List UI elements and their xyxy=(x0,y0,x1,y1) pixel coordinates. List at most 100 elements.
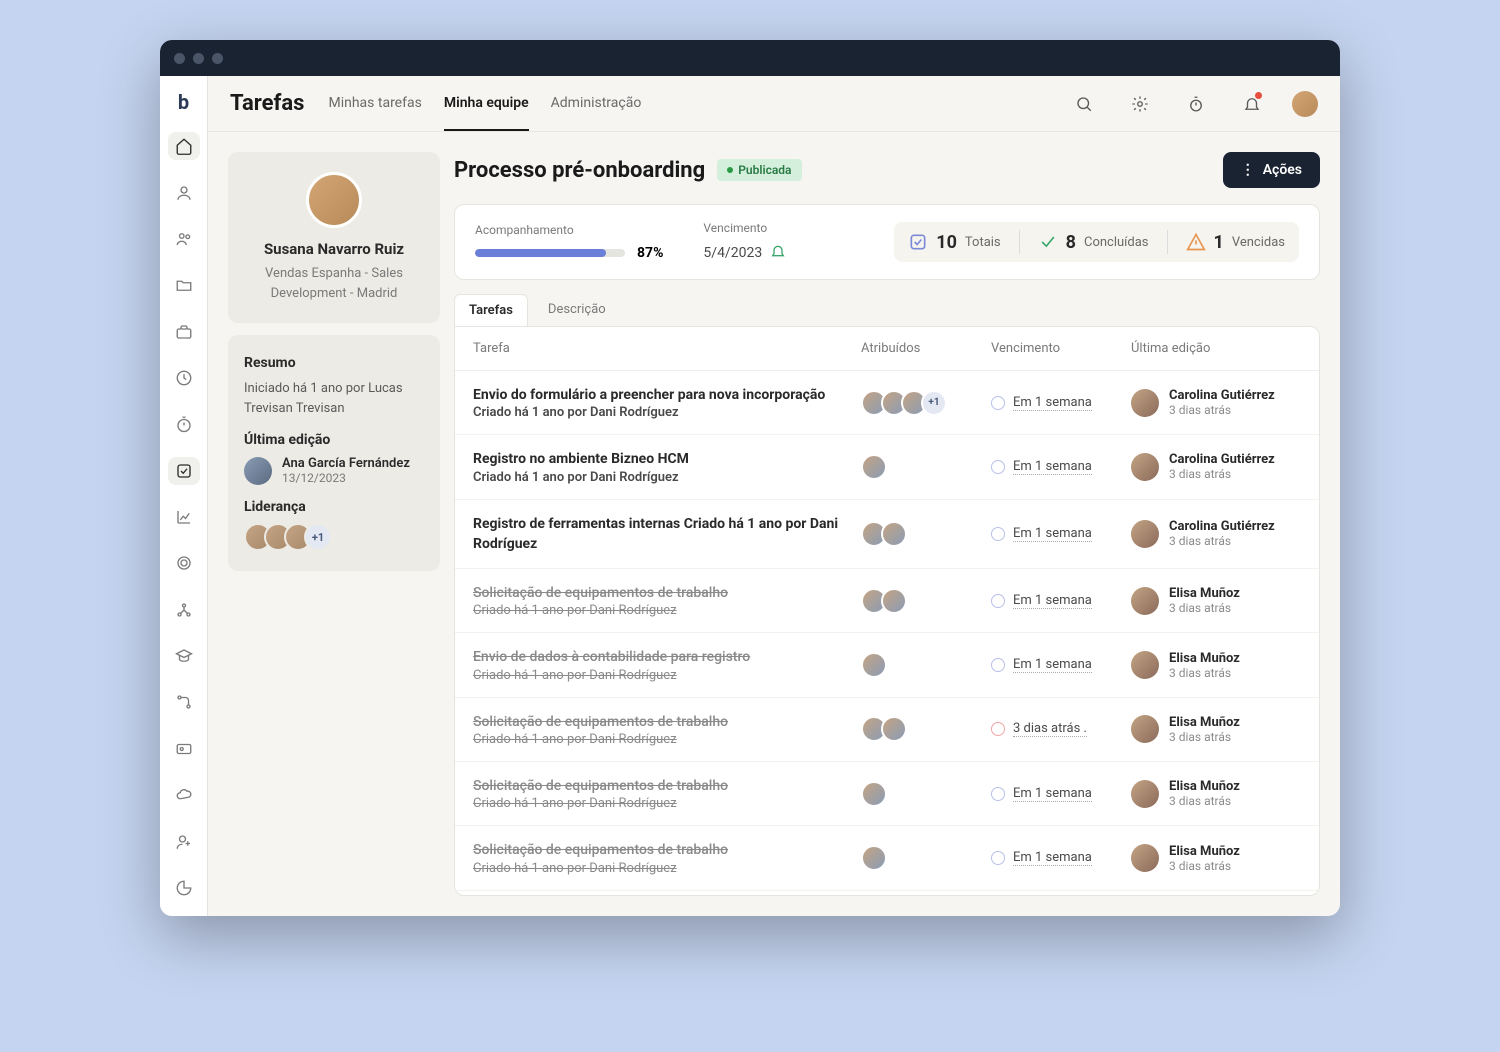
org-icon[interactable] xyxy=(168,596,200,624)
col-assigned: Atribuídos xyxy=(861,341,991,356)
task-title: Envio do formulário a preencher para nov… xyxy=(473,385,861,405)
due-cell: 3 dias atrás . xyxy=(991,721,1131,737)
home-icon[interactable] xyxy=(168,132,200,160)
search-icon[interactable] xyxy=(1068,88,1100,120)
task-title: Solicitação de equipamentos de trabalho xyxy=(473,583,861,603)
avatar xyxy=(881,521,907,547)
table-row[interactable]: Envio de dados à contabilidade para regi… xyxy=(455,633,1319,697)
status-circle xyxy=(991,527,1005,541)
education-icon[interactable] xyxy=(168,642,200,670)
table-row[interactable]: Registro no ambiente Bizneo HCMCriado há… xyxy=(455,435,1319,499)
avatar xyxy=(1131,844,1159,872)
stat-total: 10Totais xyxy=(908,232,1000,253)
profile-card: Susana Navarro Ruiz Vendas Espanha - Sal… xyxy=(228,152,440,323)
task-meta: Criado há 1 ano por Dani Rodríguez xyxy=(473,405,861,420)
editor-name: Ana García Fernández xyxy=(282,456,410,471)
profile-name: Susana Navarro Ruiz xyxy=(244,240,424,258)
folder-icon[interactable] xyxy=(168,271,200,299)
content-tab[interactable]: Descrição xyxy=(534,294,620,326)
notification-badge xyxy=(1255,92,1262,99)
table-row[interactable]: Solicitação de equipamentos de trabalhoC… xyxy=(455,826,1319,890)
table-row[interactable]: Solicitação de equipamentos de trabalhoC… xyxy=(455,762,1319,826)
avatar-more[interactable]: +1 xyxy=(921,390,947,416)
status-circle xyxy=(991,787,1005,801)
status-circle xyxy=(991,658,1005,672)
assignees xyxy=(861,845,991,871)
actions-button[interactable]: ⋮Ações xyxy=(1223,152,1320,188)
checkbox-icon[interactable] xyxy=(168,457,200,485)
avatar xyxy=(1131,587,1159,615)
table-row[interactable]: Solicitação de equipamentos de trabalhoC… xyxy=(455,698,1319,762)
cloud-icon[interactable] xyxy=(168,781,200,809)
flow-icon[interactable] xyxy=(168,688,200,716)
avatar xyxy=(1131,389,1159,417)
traffic-dot[interactable] xyxy=(193,53,204,64)
summary-title: Resumo xyxy=(244,355,424,371)
assignees xyxy=(861,781,991,807)
traffic-dot[interactable] xyxy=(212,53,223,64)
avatar xyxy=(1131,651,1159,679)
table-row[interactable]: Envio do formulário a preencher para nov… xyxy=(455,371,1319,435)
id-icon[interactable] xyxy=(168,735,200,763)
avatar xyxy=(881,588,907,614)
avatar xyxy=(1131,715,1159,743)
gear-icon[interactable] xyxy=(1124,88,1156,120)
task-meta: Criado há 1 ano por Dani Rodríguez xyxy=(473,861,861,876)
due-cell: Em 1 semana xyxy=(991,526,1131,542)
editor-cell: Elisa Muñoz3 dias atrás xyxy=(1131,715,1301,744)
add-user-icon[interactable] xyxy=(168,827,200,855)
bell-icon[interactable] xyxy=(770,243,786,263)
task-meta: Criado há 1 ano por Dani Rodríguez xyxy=(473,603,861,618)
chart-icon[interactable] xyxy=(168,503,200,531)
avatar xyxy=(1131,520,1159,548)
stat-completed: 8Concluídas xyxy=(1038,232,1149,253)
avatar xyxy=(861,454,887,480)
col-due: Vencimento xyxy=(991,341,1131,356)
editor-cell: Elisa Muñoz3 dias atrás xyxy=(1131,651,1301,680)
topbar: Tarefas Minhas tarefas Minha equipe Admini… xyxy=(208,76,1340,132)
status-circle xyxy=(991,722,1005,736)
briefcase-icon[interactable] xyxy=(168,317,200,345)
editor-avatar xyxy=(244,457,272,485)
assignees xyxy=(861,454,991,480)
header-tab[interactable]: Administração xyxy=(551,77,642,131)
traffic-dot[interactable] xyxy=(174,53,185,64)
assignees xyxy=(861,652,991,678)
task-title: Envio de dados à contabilidade para regi… xyxy=(473,647,861,667)
page-title: Processo pré-onboarding xyxy=(454,158,705,183)
last-edit-label: Última edição xyxy=(244,432,424,448)
task-meta: Criado há 1 ano por Dani Rodríguez xyxy=(473,470,861,485)
status-circle xyxy=(991,460,1005,474)
user-icon[interactable] xyxy=(168,178,200,206)
avatar-more[interactable]: +1 xyxy=(304,523,332,551)
assignees xyxy=(861,521,991,547)
target-icon[interactable] xyxy=(168,549,200,577)
task-title: Solicitação de equipamentos de trabalho xyxy=(473,776,861,796)
section-title: Tarefas xyxy=(230,91,304,116)
table-row[interactable]: Solicitação de equipamentos de trabalhoC… xyxy=(455,569,1319,633)
content-tab[interactable]: Tarefas xyxy=(454,294,528,326)
task-title: Solicitação de equipamentos de trabalho xyxy=(473,712,861,732)
header-tab[interactable]: Minhas tarefas xyxy=(328,77,421,131)
table-row[interactable]: Registro de ferramentas internas Criado … xyxy=(455,500,1319,570)
header-tab[interactable]: Minha equipe xyxy=(444,77,529,131)
status-circle xyxy=(991,594,1005,608)
leadership-avatars: +1 xyxy=(244,523,424,551)
timer-icon[interactable] xyxy=(168,410,200,438)
nav-rail: b xyxy=(160,76,208,916)
stopwatch-icon[interactable] xyxy=(1180,88,1212,120)
user-avatar[interactable] xyxy=(1292,91,1318,117)
leadership-label: Liderança xyxy=(244,499,424,515)
avatar xyxy=(861,652,887,678)
summary-card: Resumo Iniciado há 1 ano por Lucas Trevi… xyxy=(228,335,440,571)
progress-bar xyxy=(475,249,625,257)
bell-icon[interactable] xyxy=(1236,88,1268,120)
status-circle xyxy=(991,851,1005,865)
editor-cell: Elisa Muñoz3 dias atrás xyxy=(1131,779,1301,808)
team-icon[interactable] xyxy=(168,225,200,253)
summary-started: Iniciado há 1 ano por Lucas Trevisan Tre… xyxy=(244,379,424,418)
status-badge: Publicada xyxy=(717,159,801,181)
pie-icon[interactable] xyxy=(168,874,200,902)
tasks-table: Tarefa Atribuídos Vencimento Última ediç… xyxy=(454,326,1320,896)
clock-icon[interactable] xyxy=(168,364,200,392)
